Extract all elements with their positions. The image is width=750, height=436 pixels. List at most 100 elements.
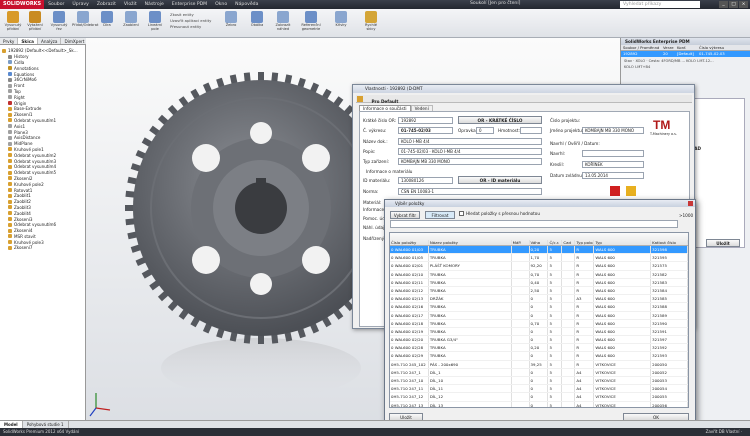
grid-column-header[interactable]: Váha	[530, 240, 549, 245]
opravka-field[interactable]: 0	[476, 127, 494, 134]
feature-icon	[8, 153, 12, 158]
jmeno-projektu-label: Jméno projektu:	[550, 128, 584, 133]
grid-column-header[interactable]: MáP.	[512, 240, 530, 245]
filtrovat-button[interactable]: Filtrovat	[425, 211, 455, 219]
bottom-tab-0[interactable]: Model	[0, 421, 23, 428]
table-row[interactable]: 0H5-710 247_12 DÍL_12 0 5 A4 VITKOVICE 200055	[390, 393, 688, 402]
ribbon-button[interactable]: Lineární pole	[144, 11, 166, 31]
popis-field[interactable]: 01-745-02/03 · KOLO I-MB 4/4	[398, 148, 542, 155]
table-row[interactable]: 0 WAL600 02/16 TRUBKA 0 5 R WALS 600 321588	[390, 303, 688, 312]
kratke-cislo-field[interactable]: 192892	[398, 117, 453, 124]
tree-item-label: Kruhové pole2	[14, 181, 44, 187]
table-row[interactable]: 0 WAL600 01/05 TRUBKA 1,70 5 R WALS 600 321595	[390, 254, 688, 263]
ribbon-button[interactable]: Referenční geometrie	[300, 11, 322, 31]
c-vykresu-field[interactable]: 01-745-02/03	[398, 127, 453, 134]
table-cell: 321589	[651, 311, 688, 319]
table-row[interactable]: 0 WAL600 02/18 TRUBKA 0,70 5 R WALS 600 321590	[390, 319, 688, 328]
menu-item[interactable]: Zobrazit	[97, 2, 116, 7]
table-cell: 0 WAL600 02/12	[390, 286, 429, 295]
table-cell	[562, 385, 576, 393]
pdf-icon[interactable]	[610, 186, 620, 196]
vybrat-filtr-button[interactable]: Vybrat filtr	[390, 211, 420, 219]
grid-column-header[interactable]: Č/c.r.	[548, 240, 563, 245]
typ-field[interactable]: KOMBAJN MB 330 MONO	[398, 158, 542, 165]
table-row[interactable]: 0 WAL600 02/10 TRUBKA 0,70 5 R WALS 600 321582	[390, 270, 688, 279]
tab-1[interactable]: Skica	[18, 38, 38, 44]
pdm-save-button[interactable]: Uložit	[706, 239, 740, 247]
ribbon-button[interactable]: Křivky	[330, 11, 352, 27]
table-row[interactable]: 0 WAL600 02/20 TRUBKA G3/4" 0 5 R WALS 600 321…	[390, 336, 688, 345]
table-row[interactable]: 0H5-710 247_10 DÍL_10 0 5 A4 VITKOVICE 200053	[390, 377, 688, 386]
bottom-tab-1[interactable]: Pohybová studie 1	[23, 421, 69, 428]
table-row[interactable]: 0H5-710 247_1 DÍL_1 0 5 A4 VITKOVICE 200052	[390, 368, 688, 377]
menu-item[interactable]: Enterprise PDM	[172, 2, 207, 7]
nazev-field[interactable]: KOLO I-MB 4/4	[398, 138, 542, 145]
config-tab[interactable]: Pro Default	[365, 99, 398, 104]
menu-item[interactable]: Vložit	[124, 2, 137, 7]
ribbon-small-3[interactable]: Přesunout entity	[170, 24, 201, 29]
table-row[interactable]: 0 WAL600 02/17 TRUBKA 0 5 R WALS 600 321589	[390, 311, 688, 320]
grid-column-header[interactable]: Katlout číslo	[651, 240, 688, 245]
datum-field[interactable]: 13.05.2014	[582, 172, 644, 179]
menu-item[interactable]: Okno	[215, 2, 227, 7]
ribbon-small-2[interactable]: Uzavřít aplikaci entity	[170, 18, 211, 23]
maximize-icon[interactable]: □	[729, 1, 738, 8]
kreslil-field[interactable]: KOŘÍNEK	[582, 161, 644, 168]
table-row[interactable]: 0 WAL600 02/19 TRUBKA 0 5 R WALS 600 321591	[390, 327, 688, 337]
pdm-file-row[interactable]: 192892 20 [Default] 01-745-02.03	[621, 51, 750, 57]
table-cell: 0 WAL600 02/19	[390, 327, 429, 336]
table-row[interactable]: 0 WAL600 02/13 DRŽÁK 0 5 A3 WALS 600 321585	[390, 295, 688, 304]
minimize-icon[interactable]: _	[719, 1, 728, 8]
ribbon-button-label: Lineární pole	[147, 23, 163, 31]
jmeno-projektu-field[interactable]: KOMBAJN MB 330 MONO	[582, 127, 644, 134]
ribbon-small-1[interactable]: Zkosit entity	[170, 12, 194, 17]
tree-item[interactable]: 192892 (Default<<Default>_Sk...	[0, 48, 85, 54]
close-icon[interactable]	[688, 201, 693, 206]
norma-field[interactable]: ČSN EN 10083-1	[398, 188, 542, 195]
ribbon-button[interactable]: Rychlé skicy	[360, 11, 382, 31]
menu-item[interactable]: Nástroje	[145, 2, 164, 7]
exact-match-checkbox[interactable]	[459, 211, 464, 216]
table-row[interactable]: 0H5-710 245_102 PÁS - 200x690 39,25 5 R VITKO…	[390, 360, 688, 369]
ribbon-button[interactable]: Díra	[96, 11, 118, 27]
tree-item-label: Odebrat vysunutím3	[14, 158, 57, 164]
ribbon-button[interactable]: Přidat/Odebrat	[72, 11, 98, 27]
kratke-cislo-button[interactable]: OR - KRÁTKÉ ČÍSLO	[458, 116, 542, 124]
tree-item[interactable]: Zkosení7	[0, 245, 85, 251]
navrhl-field[interactable]	[582, 150, 644, 157]
ribbon-button[interactable]: Vysunutý řez	[48, 11, 70, 31]
tab-0[interactable]: Prvky	[0, 38, 19, 44]
table-row[interactable]: 0H5-710 247_11 DÍL_11 0 5 A4 VITKOVICE 200054	[390, 385, 688, 394]
ribbon-button[interactable]: Zobrazit náhled	[272, 11, 294, 31]
table-row[interactable]: 0H5-710 247_13 DÍL_13 0 5 A4 VITKOVICE 200056	[390, 401, 688, 407]
grid-column-header[interactable]: Číslo položky	[390, 240, 429, 245]
table-row[interactable]: 0 WAL600 02/12 TRUBKA 2,50 5 R WALS 600 321584	[390, 286, 688, 296]
menu-item[interactable]: Soubor	[48, 2, 64, 7]
table-row[interactable]: 0 WAL600 02/29 TRUBKA 0 5 R WALS 600 321593	[390, 352, 688, 361]
table-row[interactable]: 0 WAL600 02/28 TRUBKA 0,20 5 R WALS 600 321592	[390, 344, 688, 353]
filter-input[interactable]	[390, 220, 678, 228]
table-cell: TRUBKA	[429, 254, 512, 262]
table-row[interactable]: 0 WAL600 01/03 TRUBKA 0,20 5 R WALS 600 321598	[390, 246, 688, 255]
ribbon-button[interactable]: Vytažení přidání	[24, 11, 46, 31]
ribbon-button[interactable]: Zaoblení	[120, 11, 142, 27]
grid-column-header[interactable]: Cad	[562, 240, 576, 245]
grid-column-header[interactable]: Typ položky	[575, 240, 595, 245]
menu-item[interactable]: Úpravy	[72, 2, 88, 7]
grid-column-header[interactable]: Název položky	[429, 240, 512, 245]
hmotnost-field[interactable]	[520, 127, 542, 134]
tab-3[interactable]: DimXpert	[61, 38, 89, 44]
close-window-icon[interactable]: ×	[739, 1, 748, 8]
table-row[interactable]: 0 WAL600 02/11 TRUBKA 0,40 5 R WALS 600 321583	[390, 278, 688, 287]
grid-column-header[interactable]: Typ	[594, 240, 652, 245]
tab-2[interactable]: Analýza	[38, 38, 62, 44]
ribbon-button[interactable]: Vysunutý přidání	[2, 11, 24, 31]
export-icon[interactable]	[626, 186, 636, 196]
search-input[interactable]: Vyhledat příkazy	[620, 1, 700, 8]
menu-item[interactable]: Nápověda	[235, 2, 258, 7]
id-material-button[interactable]: OR - ID materiálu	[458, 176, 542, 184]
ribbon-button[interactable]: Obálka	[246, 11, 268, 27]
id-material-field[interactable]: 130080126	[398, 177, 453, 184]
ribbon-button[interactable]: Žebro	[220, 11, 242, 27]
table-row[interactable]: 0 WAL600 02/01 PLÁŠŤ KOMORY 92,20 5 R WALS 60…	[390, 262, 688, 271]
